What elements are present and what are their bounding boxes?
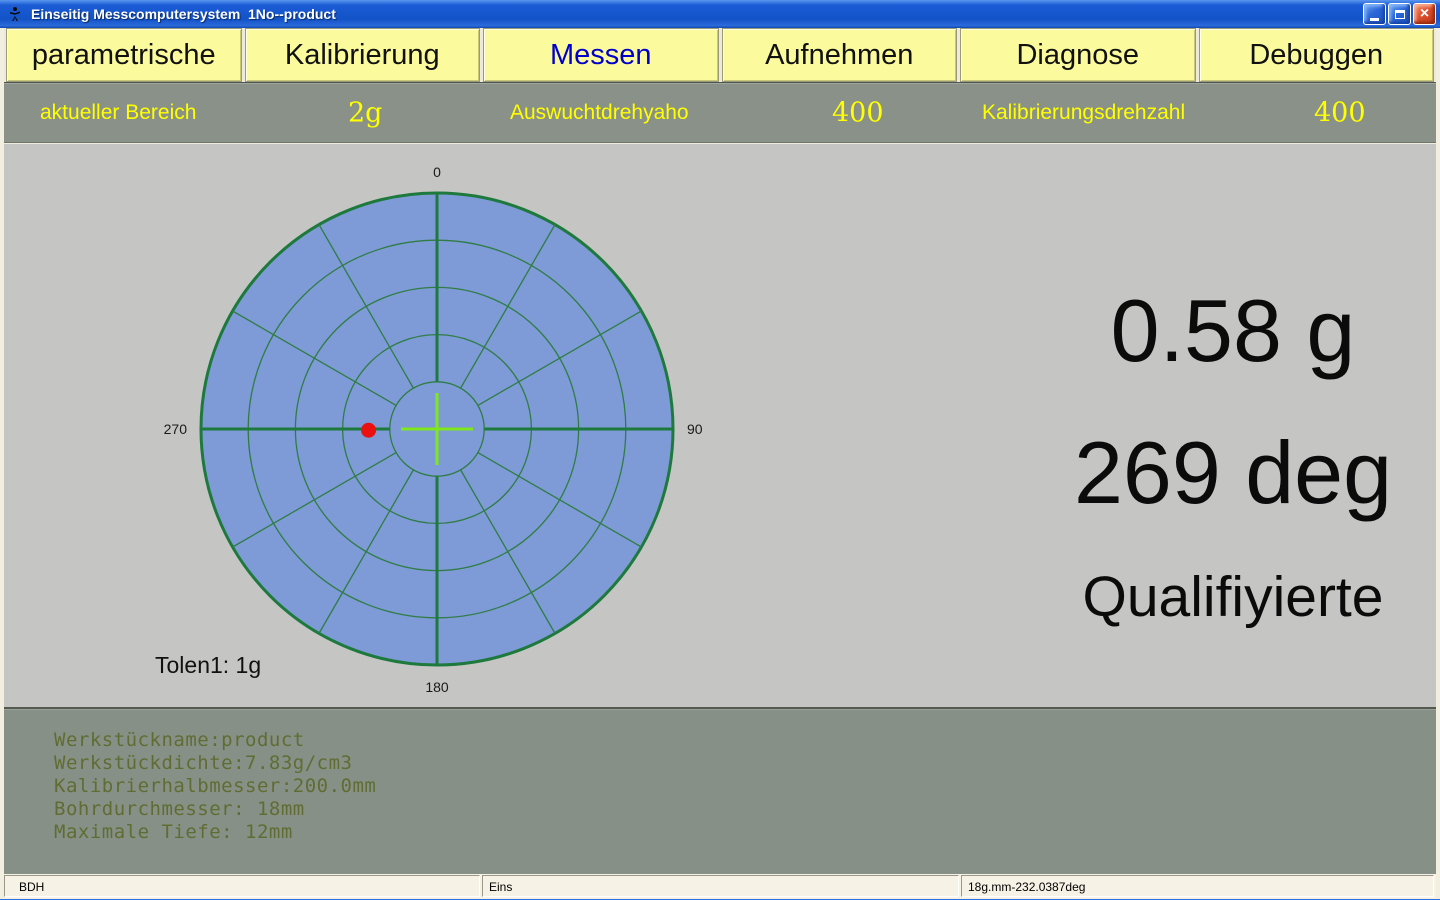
tab-label: Messen — [550, 39, 652, 72]
tab-label: Kalibrierung — [285, 39, 440, 72]
workpiece-info-line: Bohrdurchmesser: 18mm — [54, 798, 1436, 821]
minimize-button[interactable] — [1363, 3, 1386, 25]
tab-kalibrierung[interactable]: Kalibrierung — [245, 28, 481, 82]
status-section: Eins — [482, 875, 959, 897]
angle-label: 0 — [433, 164, 441, 180]
info-value: 400 — [1314, 98, 1366, 129]
measurement-readout: 0.58 g 269 deg Qualifiyierte — [1048, 144, 1418, 707]
info-label: Auswuchtdrehyaho — [510, 101, 689, 125]
info-bar: aktueller Bereich 2g Auswuchtdrehyaho 400 Ka… — [4, 82, 1436, 143]
info-value: 2g — [348, 98, 382, 129]
angle-label: 90 — [687, 421, 703, 437]
status-bar: BDHEins18g.mm-232.0387deg — [4, 874, 1436, 899]
restore-button[interactable] — [1388, 3, 1411, 25]
tab-messen[interactable]: Messen — [483, 28, 719, 82]
restore-icon — [1395, 10, 1405, 19]
tab-diagnose[interactable]: Diagnose — [960, 28, 1196, 82]
workpiece-info-line: Kalibrierhalbmesser:200.0mm — [54, 775, 1436, 798]
close-icon: × — [1420, 6, 1429, 22]
tab-label: parametrische — [32, 39, 216, 72]
angle-label: 270 — [164, 421, 188, 437]
status-section: BDH — [4, 875, 480, 897]
tab-label: Diagnose — [1016, 39, 1139, 72]
close-button[interactable]: × — [1413, 3, 1436, 25]
unbalance-angle: 269 deg — [1048, 422, 1418, 524]
balancer-figure-icon — [7, 6, 23, 22]
measurement-area: 0 90 180 270 Tolen1: 1g 0.58 g 269 deg Qual… — [4, 143, 1436, 707]
window-frame: parametrische Kalibrierung Messen Aufnehmen… — [0, 28, 1440, 899]
app-window: Einseitig Messcomputersystem 1No--produc… — [0, 0, 1440, 900]
unbalance-amount: 0.58 g — [1048, 280, 1418, 382]
window-controls: × — [1361, 3, 1436, 25]
window-title: Einseitig Messcomputersystem — [31, 6, 240, 22]
workpiece-info-line: Werkstückdichte:7.83g/cm3 — [54, 752, 1436, 775]
status-section: 18g.mm-232.0387deg — [961, 875, 1434, 897]
tab-label: Aufnehmen — [765, 39, 913, 72]
workpiece-info-panel: Werkstückname:productWerkstückdichte:7.8… — [4, 707, 1436, 874]
tab-debuggen[interactable]: Debuggen — [1199, 28, 1435, 82]
tab-bar: parametrische Kalibrierung Messen Aufnehmen… — [4, 28, 1436, 82]
app-icon — [5, 4, 25, 24]
info-label: Kalibrierungsdrehzahl — [982, 101, 1185, 125]
workpiece-info-line: Maximale Tiefe: 12mm — [54, 821, 1436, 844]
tab-parametrische[interactable]: parametrische — [6, 28, 242, 82]
unbalance-point — [361, 423, 376, 438]
workpiece-info-line: Werkstückname:product — [54, 729, 1436, 752]
tab-label: Debuggen — [1249, 39, 1383, 72]
info-label: aktueller Bereich — [40, 101, 196, 125]
title-bar[interactable]: Einseitig Messcomputersystem 1No--produc… — [0, 0, 1440, 28]
minimize-icon — [1370, 18, 1379, 21]
tab-aufnehmen[interactable]: Aufnehmen — [722, 28, 958, 82]
qualification-status: Qualifiyierte — [1048, 564, 1418, 630]
angle-label: 180 — [425, 679, 449, 695]
info-value: 400 — [832, 98, 884, 129]
window-subtitle: 1No--product — [248, 6, 336, 22]
tolerance-label: Tolen1: 1g — [155, 652, 261, 679]
